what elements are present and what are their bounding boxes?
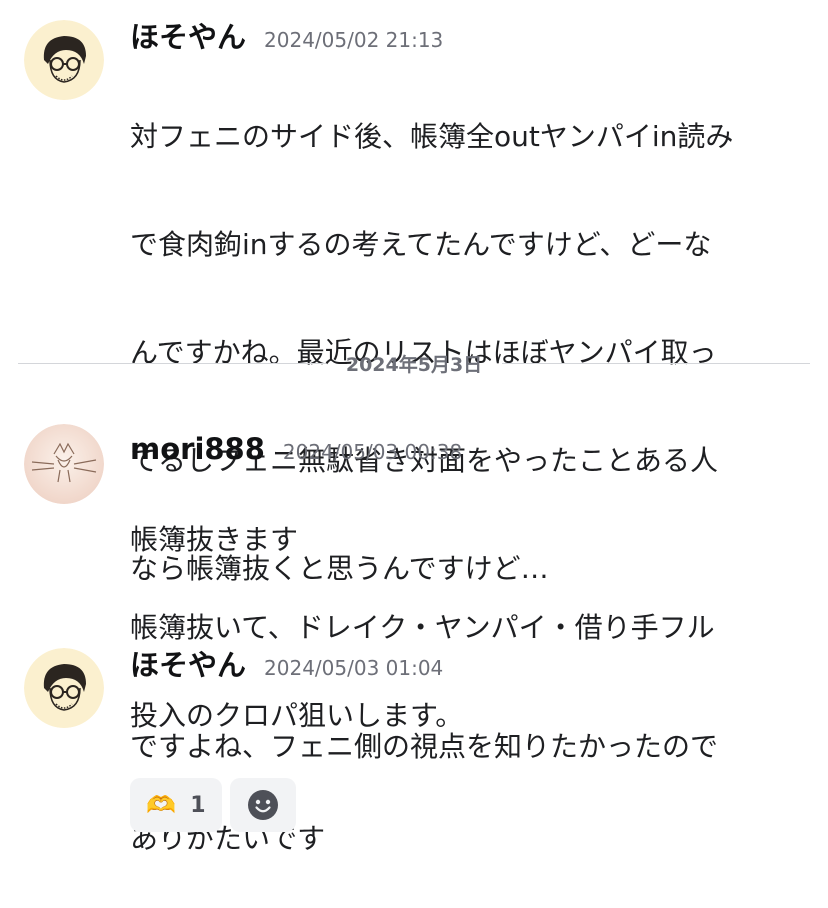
message-line: 対フェニのサイド後、帳簿全outヤンパイin読み [130, 120, 734, 153]
timestamp: 2024/05/02 21:13 [264, 28, 444, 52]
message-header: ほそやん 2024/05/02 21:13 [130, 14, 443, 56]
smiley-add-icon [248, 790, 278, 820]
avatar[interactable] [24, 648, 104, 728]
message-header: mori888 2024/05/03 00:38 [130, 432, 462, 466]
timestamp: 2024/05/03 01:04 [264, 656, 444, 680]
reaction-count: 1 [190, 792, 206, 818]
message-line: 帳簿抜きます [130, 523, 299, 556]
reaction-bar: 🫶 1 [130, 778, 296, 832]
user-avatar-mori-icon [24, 424, 104, 504]
avatar[interactable] [24, 20, 104, 100]
user-avatar-hosoyan-icon [24, 648, 104, 728]
add-reaction-button[interactable] [230, 778, 296, 832]
heart-hands-icon: 🫶 [146, 791, 177, 819]
reaction-heart-hands[interactable]: 🫶 1 [130, 778, 222, 832]
timestamp: 2024/05/03 00:38 [282, 440, 463, 464]
message-line: で食肉鉤inするの考えてたんですけど、どーな [130, 228, 712, 261]
date-divider-label: 2024年5月3日 [345, 353, 483, 376]
divider-line [18, 362, 326, 364]
username[interactable]: ほそやん [130, 14, 246, 56]
divider-line [502, 362, 811, 364]
message-line: ですよね、フェニ側の視点を知りたかったので [130, 730, 719, 763]
date-divider: 2024年5月3日 [18, 348, 811, 378]
user-avatar-hosoyan-icon [24, 20, 104, 100]
avatar[interactable] [24, 424, 104, 504]
username[interactable]: mori888 [130, 432, 265, 466]
